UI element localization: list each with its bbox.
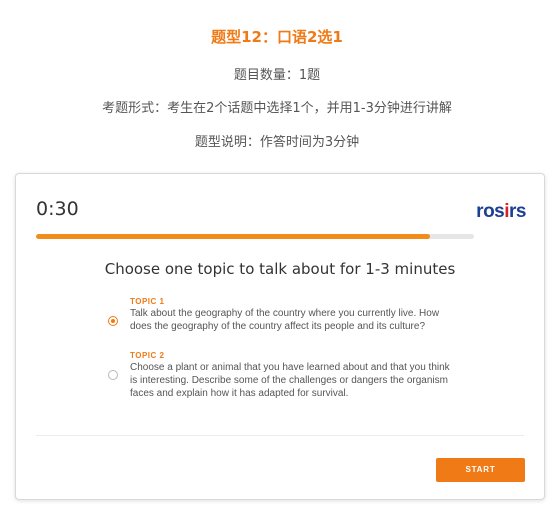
brand-logo: rosirs	[476, 201, 526, 223]
topic-2-radio[interactable]	[108, 370, 118, 380]
question-count-text: 题目数量：1题	[233, 68, 321, 83]
divider	[36, 435, 524, 436]
section-title: 题型12：口语2选1	[211, 28, 343, 46]
brand-logo-part3: rs	[509, 201, 526, 222]
topic-option-2[interactable]: TOPIC 2 Choose a plant or animal that yo…	[106, 351, 456, 400]
topic-1-text: Talk about the geography of the country …	[130, 308, 440, 332]
start-button[interactable]: START	[436, 458, 525, 482]
topic-1-radio[interactable]	[108, 316, 118, 326]
description-text: 题型说明：作答时间为3分钟	[194, 135, 360, 150]
progress-fill	[36, 234, 431, 239]
progress-bar	[36, 234, 474, 239]
topic-1-label: TOPIC 1	[130, 297, 165, 306]
brand-logo-part1: ros	[476, 201, 505, 222]
topic-2-text: Choose a plant or animal that you have l…	[130, 362, 450, 399]
test-card: 0:30 rosirs Choose one topic to talk abo…	[15, 173, 545, 500]
timer: 0:30	[36, 198, 79, 220]
topic-2-label: TOPIC 2	[130, 351, 165, 360]
topic-option-1[interactable]: TOPIC 1 Talk about the geography of the …	[106, 297, 456, 333]
question-prompt: Choose one topic to talk about for 1-3 m…	[104, 260, 456, 278]
format-text: 考题形式：考生在2个话题中选择1个，并用1-3分钟进行讲解	[102, 101, 452, 116]
